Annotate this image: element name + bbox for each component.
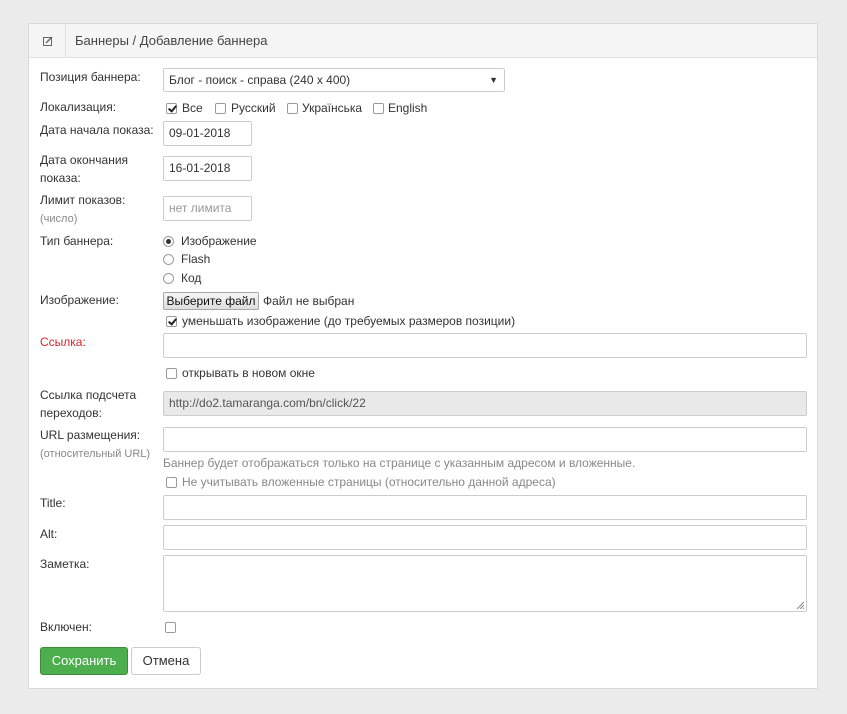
localization-english-label: English (388, 101, 428, 115)
position-label: Позиция баннера: (40, 70, 141, 84)
tracking-link-label-line2: переходов: (40, 406, 102, 420)
alt-label: Alt: (40, 527, 58, 541)
banner-type-code-radio[interactable] (163, 273, 174, 284)
position-select[interactable]: Блог - поиск - справа (240 x 400) ▼ (163, 68, 505, 92)
enabled-label: Включен: (40, 620, 93, 634)
choose-file-button[interactable]: Выберите файл (163, 292, 259, 310)
banner-type-image-radio[interactable] (163, 236, 174, 247)
resize-handle-icon[interactable] (796, 601, 804, 609)
end-date-label-line2: показа: (40, 171, 81, 185)
localization-ukrainian-checkbox[interactable] (287, 103, 298, 114)
save-button[interactable]: Сохранить (40, 647, 128, 675)
open-new-window-checkbox[interactable] (166, 368, 177, 379)
localization-english-checkbox[interactable] (373, 103, 384, 114)
localization-all-label: Все (182, 101, 203, 115)
localization-ukrainian-label: Українська (302, 101, 363, 115)
tracking-link-input[interactable]: http://do2.tamaranga.com/bn/click/22 (163, 391, 807, 416)
image-label: Изображение: (40, 293, 119, 307)
impressions-limit-input[interactable]: нет лимита (163, 196, 252, 221)
impressions-limit-label: Лимит показов: (40, 193, 126, 207)
start-date-input[interactable]: 09-01-2018 (163, 121, 252, 146)
title-input[interactable] (163, 495, 807, 520)
chevron-down-icon: ▼ (489, 75, 498, 85)
banner-type-code-label: Код (181, 271, 202, 285)
link-label: Ссылка: (40, 335, 86, 349)
end-date-label-line1: Дата окончания (40, 153, 129, 167)
placement-url-label: URL размещения: (40, 428, 141, 442)
banner-type-flash-radio[interactable] (163, 254, 174, 265)
cancel-button[interactable]: Отмена (131, 647, 201, 675)
end-date-input[interactable]: 16-01-2018 (163, 156, 252, 181)
panel-header-icon-cell (29, 24, 66, 57)
localization-russian-label: Русский (231, 101, 276, 115)
panel-header: Баннеры / Добавление баннера (29, 24, 817, 58)
localization-all-checkbox[interactable] (166, 103, 177, 114)
placement-url-sublabel: (относительный URL) (40, 448, 151, 460)
alt-input[interactable] (163, 525, 807, 550)
localization-russian-checkbox[interactable] (215, 103, 226, 114)
banner-type-label: Тип баннера: (40, 234, 114, 248)
ignore-nested-checkbox[interactable] (166, 477, 177, 488)
enabled-checkbox[interactable] (165, 622, 176, 633)
resize-image-label: уменьшать изображение (до требуемых разм… (182, 314, 516, 328)
ignore-nested-label: Не учитывать вложенные страницы (относит… (182, 475, 556, 489)
link-input[interactable] (163, 333, 807, 358)
start-date-label: Дата начала показа: (40, 123, 154, 137)
placement-url-hint: Баннер будет отображаться только на стра… (163, 456, 636, 470)
file-status-text: Файл не выбран (263, 294, 355, 308)
resize-image-checkbox[interactable] (166, 316, 177, 327)
title-label: Title: (40, 496, 66, 510)
impressions-limit-sublabel: (число) (40, 213, 78, 225)
note-textarea[interactable] (163, 555, 807, 612)
breadcrumb: Баннеры / Добавление баннера (75, 33, 268, 48)
placement-url-input[interactable] (163, 427, 807, 452)
position-select-value: Блог - поиск - справа (240 x 400) (169, 73, 351, 87)
edit-icon (43, 36, 53, 46)
banner-type-image-label: Изображение (181, 234, 257, 248)
tracking-link-label-line1: Ссылка подсчета (40, 388, 137, 402)
banner-type-flash-label: Flash (181, 252, 211, 266)
note-label: Заметка: (40, 557, 90, 571)
open-new-window-label: открывать в новом окне (182, 366, 315, 380)
localization-label: Локализация: (40, 100, 117, 114)
